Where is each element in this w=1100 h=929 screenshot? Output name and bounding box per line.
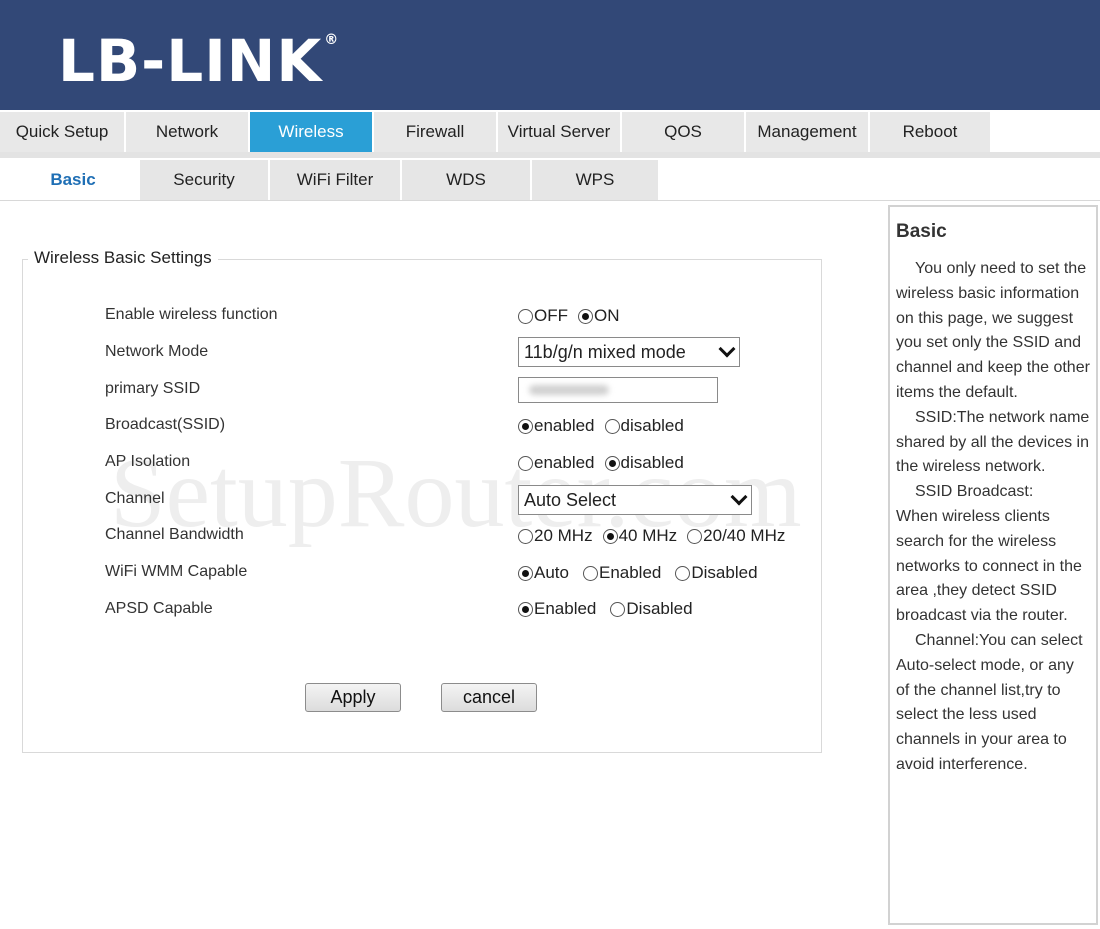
bandwidth-20-option[interactable]: 20 MHz xyxy=(518,526,593,546)
subtab-basic[interactable]: Basic xyxy=(8,160,140,200)
logo-text: LB-LINK xyxy=(58,27,323,95)
subtab-wps[interactable]: WPS xyxy=(532,160,660,200)
help-paragraph: You only need to set the wireless basic … xyxy=(896,260,1090,401)
chevron-down-icon xyxy=(718,340,736,358)
channel-select[interactable]: Auto Select xyxy=(518,485,752,515)
broadcast-disabled-radio[interactable] xyxy=(604,418,620,434)
wmm-disabled-option[interactable]: Disabled xyxy=(675,563,758,583)
ap-isolation-enabled-radio[interactable] xyxy=(518,455,533,471)
main-nav: Quick Setup Network Wireless Firewall Vi… xyxy=(0,110,1100,152)
ap-isolation-disabled-option[interactable]: disabled xyxy=(604,453,684,473)
tab-firewall[interactable]: Firewall xyxy=(374,112,498,152)
broadcast-disabled-option[interactable]: disabled xyxy=(604,416,684,436)
channel-label: Channel xyxy=(105,490,165,507)
broadcast-enabled-radio[interactable] xyxy=(518,418,533,434)
channel-bandwidth-label: Channel Bandwidth xyxy=(105,526,244,543)
tab-wireless[interactable]: Wireless xyxy=(250,112,374,152)
registered-mark: ® xyxy=(324,32,340,48)
help-paragraph: Channel:You can select Auto-select mode,… xyxy=(896,631,1083,773)
enable-wireless-group: OFF ON xyxy=(518,306,630,326)
ap-isolation-enabled-option[interactable]: enabled xyxy=(518,453,595,473)
ap-isolation-group: enabled disabled xyxy=(518,453,694,473)
help-paragraph: SSID Broadcast: xyxy=(915,483,1034,501)
enable-wireless-on-option[interactable]: ON xyxy=(578,306,620,326)
apsd-enabled-radio[interactable] xyxy=(518,601,533,617)
blurred-ssid xyxy=(529,385,609,395)
channel-value: Auto Select xyxy=(524,489,617,510)
ap-isolation-label: AP Isolation xyxy=(105,453,191,470)
brand-logo: LB-LINK ® xyxy=(58,30,339,92)
enable-wireless-off-radio[interactable] xyxy=(518,308,533,324)
wmm-label: WiFi WMM Capable xyxy=(105,563,248,580)
apsd-disabled-radio[interactable] xyxy=(610,601,626,617)
help-title: Basic xyxy=(896,221,947,242)
primary-ssid-input[interactable] xyxy=(518,377,718,403)
cancel-button[interactable]: cancel xyxy=(441,683,537,712)
bandwidth-40-option[interactable]: 40 MHz xyxy=(602,526,677,546)
tab-quick-setup[interactable]: Quick Setup xyxy=(0,112,126,152)
enable-wireless-label: Enable wireless function xyxy=(105,306,278,323)
fieldset-legend: Wireless Basic Settings xyxy=(28,248,218,268)
sub-nav-divider xyxy=(0,200,1100,201)
wmm-enabled-radio[interactable] xyxy=(582,565,598,581)
tab-network[interactable]: Network xyxy=(126,112,250,152)
network-mode-value: 11b/g/n mixed mode xyxy=(524,341,686,362)
wmm-group: Auto Enabled Disabled xyxy=(518,563,768,583)
enable-wireless-on-radio[interactable] xyxy=(578,308,593,324)
subtab-wifi-filter[interactable]: WiFi Filter xyxy=(270,160,402,200)
wmm-enabled-option[interactable]: Enabled xyxy=(582,563,661,583)
wmm-auto-option[interactable]: Auto xyxy=(518,563,569,583)
chevron-down-icon xyxy=(730,488,748,506)
primary-ssid-label: primary SSID xyxy=(105,380,201,397)
network-mode-select[interactable]: 11b/g/n mixed mode xyxy=(518,337,740,367)
tab-qos[interactable]: QOS xyxy=(622,112,746,152)
broadcast-ssid-group: enabled disabled xyxy=(518,416,694,436)
bandwidth-20-radio[interactable] xyxy=(518,528,533,544)
help-paragraph: SSID:The network name shared by all the … xyxy=(896,408,1090,476)
help-paragraph: When wireless clients search for the wir… xyxy=(896,507,1082,625)
bandwidth-40-radio[interactable] xyxy=(602,528,618,544)
tab-reboot[interactable]: Reboot xyxy=(870,112,992,152)
subtab-wds[interactable]: WDS xyxy=(402,160,532,200)
header-banner: LB-LINK ® xyxy=(0,0,1100,110)
enable-wireless-off-option[interactable]: OFF xyxy=(518,306,568,326)
wmm-disabled-radio[interactable] xyxy=(675,565,691,581)
apsd-group: Enabled Disabled xyxy=(518,599,703,619)
broadcast-ssid-label: Broadcast(SSID) xyxy=(105,416,226,433)
help-panel: Basic You only need to set the wireless … xyxy=(888,205,1098,925)
apsd-enabled-option[interactable]: Enabled xyxy=(518,599,596,619)
tab-management[interactable]: Management xyxy=(746,112,870,152)
subtab-security[interactable]: Security xyxy=(140,160,270,200)
channel-bandwidth-group: 20 MHz 40 MHz 20/40 MHz xyxy=(518,526,795,546)
ap-isolation-disabled-radio[interactable] xyxy=(604,455,620,471)
bandwidth-20-40-radio[interactable] xyxy=(687,528,703,544)
tab-virtual-server[interactable]: Virtual Server xyxy=(498,112,622,152)
apsd-label: APSD Capable xyxy=(105,600,213,617)
apply-button[interactable]: Apply xyxy=(305,683,401,712)
apsd-disabled-option[interactable]: Disabled xyxy=(610,599,693,619)
broadcast-enabled-option[interactable]: enabled xyxy=(518,416,595,436)
bandwidth-20-40-option[interactable]: 20/40 MHz xyxy=(687,526,785,546)
network-mode-label: Network Mode xyxy=(105,343,209,360)
wmm-auto-radio[interactable] xyxy=(518,565,533,581)
